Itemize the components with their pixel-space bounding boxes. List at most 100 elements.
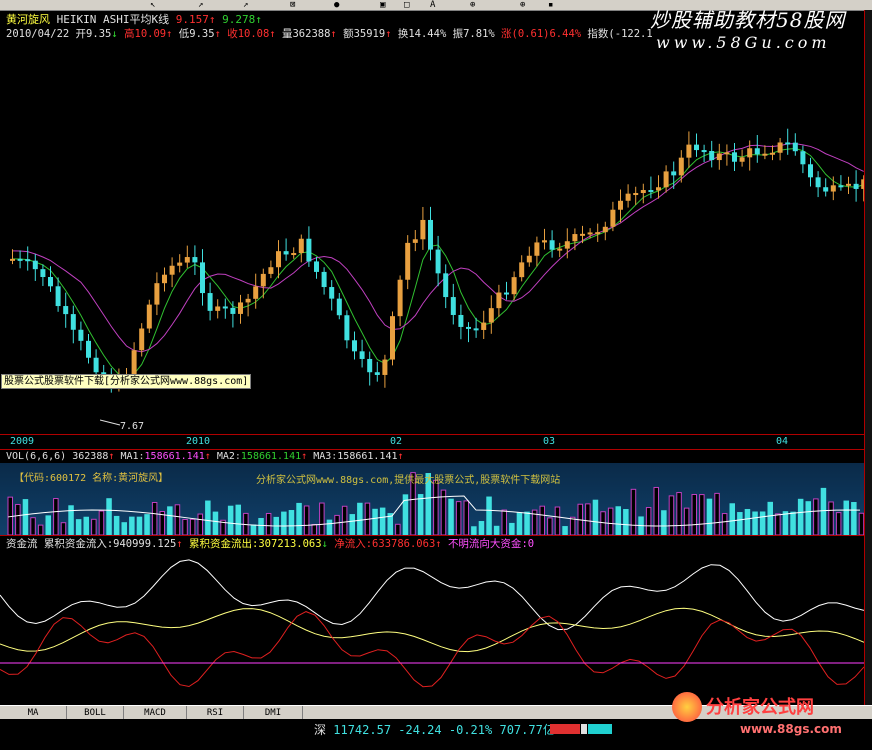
volume-bar xyxy=(737,512,743,535)
toolbar-tool-icon[interactable]: ⊕ xyxy=(470,0,475,10)
candle-body xyxy=(519,262,525,278)
candle-body xyxy=(48,277,53,287)
candle-body xyxy=(846,183,851,186)
candle-body xyxy=(716,153,722,161)
volume-bar xyxy=(189,518,196,535)
candle-body xyxy=(458,314,464,327)
volume-bar xyxy=(661,510,667,535)
candle-body xyxy=(245,298,251,303)
candle-body xyxy=(473,328,479,331)
volume-bar xyxy=(182,518,188,535)
open-value: 9.35 xyxy=(86,28,112,40)
candle-body xyxy=(549,240,555,250)
volume-bar xyxy=(75,519,82,535)
candle-body xyxy=(215,306,221,311)
volume-bar xyxy=(288,510,295,535)
value-1: 9.157 xyxy=(175,13,209,26)
candle-body xyxy=(352,340,357,352)
volume-bar xyxy=(493,525,500,535)
candle-body xyxy=(412,239,418,243)
candle-body xyxy=(815,177,821,188)
volume-bar xyxy=(197,513,203,535)
candle-body xyxy=(238,302,243,314)
volume-bar xyxy=(623,509,629,535)
candle-body xyxy=(564,241,570,249)
bottom-watermark-title: 分析家公式网 xyxy=(706,697,814,718)
candle-body xyxy=(587,232,593,235)
volume-bar xyxy=(691,493,697,535)
header-line-2: 2010/04/22 开9.35↓ 高10.09↑ 低9.35↑ 收10.08↑… xyxy=(6,28,653,40)
candle-body xyxy=(139,328,145,351)
toolbar-line-icon[interactable]: ↗ xyxy=(198,0,203,10)
header-line-1: 黄河旋风 HEIKIN ASHI平均K线 9.157↑ 9.278↑ xyxy=(6,13,262,26)
volume-bar xyxy=(759,511,766,535)
candle-body xyxy=(382,359,388,375)
turnover-value: 14.44% xyxy=(408,28,447,40)
candle-body xyxy=(732,152,737,162)
toolbar-text-icon[interactable]: A xyxy=(430,0,435,10)
volume-bar xyxy=(395,523,401,535)
volume-bar xyxy=(653,486,659,535)
candle-body xyxy=(580,233,585,236)
volume-bar xyxy=(212,511,219,535)
toolbar-rect-icon[interactable]: □ xyxy=(404,0,409,10)
candle-body xyxy=(709,150,715,161)
tab-ma[interactable]: MA xyxy=(0,706,67,720)
candle-body xyxy=(276,251,281,268)
toolbar-line2-icon[interactable]: ↗ xyxy=(243,0,248,10)
candle-body xyxy=(162,274,167,284)
volume-bar xyxy=(607,507,614,535)
candle-body xyxy=(70,314,76,330)
candle-body xyxy=(443,273,449,298)
candle-body xyxy=(260,273,266,287)
volume-bar xyxy=(569,516,576,535)
volume-bar xyxy=(592,499,599,535)
change-pct: 6.44% xyxy=(549,28,582,40)
candle-body xyxy=(595,232,601,235)
volume-bar xyxy=(129,516,135,535)
volume-bar xyxy=(311,523,317,535)
volume-bar xyxy=(91,518,97,535)
candle-body xyxy=(177,262,183,266)
right-scrollbar[interactable] xyxy=(864,10,872,705)
volume-bar xyxy=(372,508,378,535)
candle-body xyxy=(405,242,411,280)
volume-bar xyxy=(805,501,811,535)
toolbar-cross-icon[interactable]: ⊠ xyxy=(290,0,295,10)
candle-body xyxy=(823,187,829,192)
toolbar-color-icon[interactable]: ▪ xyxy=(548,0,553,10)
candle-body xyxy=(25,259,31,262)
candle-body xyxy=(154,283,160,305)
volume-bar xyxy=(752,511,758,535)
candle-body xyxy=(625,193,631,201)
toolbar-dot-icon[interactable]: ● xyxy=(334,0,339,10)
candle-body xyxy=(602,226,608,233)
date-axis: 2009 2010 02 03 04 xyxy=(0,434,864,450)
volume-bar xyxy=(782,511,789,535)
volume-bar xyxy=(501,509,507,535)
candle-body xyxy=(648,190,654,193)
tab-boll[interactable]: BOLL xyxy=(67,706,124,720)
market-label: 深 xyxy=(314,723,327,737)
money-flow-chart[interactable] xyxy=(0,550,864,704)
toolbar-arrow-icon[interactable]: ↖ xyxy=(150,0,155,10)
candle-body xyxy=(306,238,312,262)
volume-bar xyxy=(714,492,720,535)
volume-bar xyxy=(516,512,523,535)
volume-bar xyxy=(235,504,241,535)
vol-ma1: 158661.141 xyxy=(144,451,205,462)
tab-rsi[interactable]: RSI xyxy=(187,706,244,720)
toolbar-tool2-icon[interactable]: ⊕ xyxy=(520,0,525,10)
date-tick: 2009 xyxy=(10,436,35,447)
candle-body xyxy=(701,150,707,153)
market-status: 深 11742.57 -24.24 -0.21% 707.77亿 xyxy=(314,723,555,737)
volume-bar xyxy=(851,502,857,535)
candle-body xyxy=(63,306,69,315)
volume-bar xyxy=(562,526,568,535)
tab-dmi[interactable]: DMI xyxy=(244,706,303,720)
tab-macd[interactable]: MACD xyxy=(124,706,187,720)
market-change: -24.24 xyxy=(398,723,442,737)
candle-body xyxy=(610,209,616,227)
toolbar-box-icon[interactable]: ▣ xyxy=(380,0,385,10)
candle-body xyxy=(618,200,623,210)
